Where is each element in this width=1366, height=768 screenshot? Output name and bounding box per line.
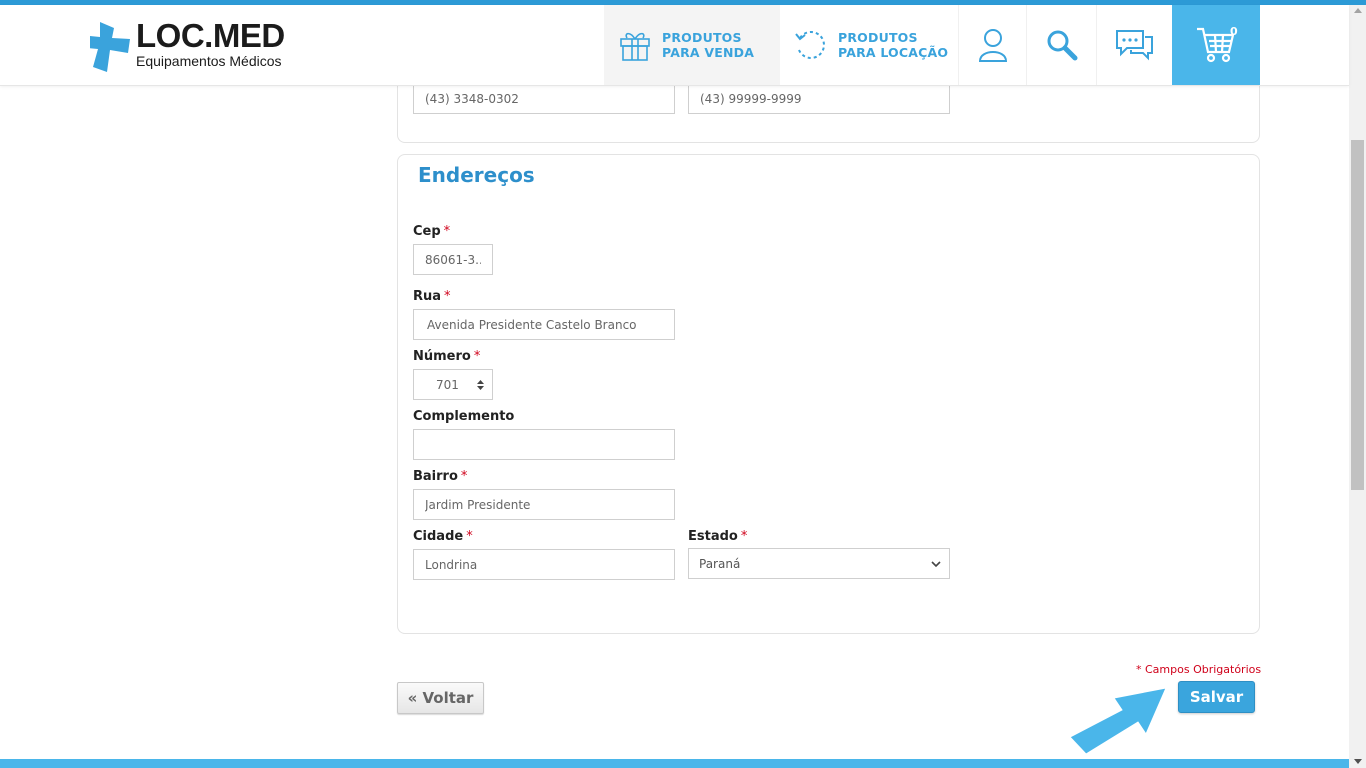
save-button[interactable]: Salvar [1178,681,1255,713]
nav-produtos-locacao[interactable]: PRODUTOS PARA LOCAÇÃO [780,5,958,85]
numero-label: Número * [413,349,481,364]
scroll-up-arrow-icon[interactable] [1354,8,1362,13]
page-scrollbar[interactable] [1349,5,1366,768]
mobile-input[interactable] [688,83,950,114]
nav-venda-label: PRODUTOS PARA VENDA [662,30,755,60]
cep-label: Cep * [413,224,451,239]
estado-select[interactable]: Paraná [688,548,950,579]
cep-input[interactable] [413,244,493,275]
cidade-label: Cidade * [413,529,473,544]
spinner-arrows-icon[interactable] [476,378,485,392]
footer-accent-bar [0,759,1349,768]
rua-input[interactable] [413,309,675,340]
nav-locacao-label: PRODUTOS PARA LOCAÇÃO [838,30,949,60]
chat-button[interactable] [1096,5,1173,85]
search-icon [1047,30,1078,61]
estado-selected-value: Paraná [699,556,741,571]
account-button[interactable] [958,5,1027,85]
bairro-label: Bairro * [413,469,468,484]
complemento-label: Complemento [413,409,515,424]
back-button[interactable]: « Voltar [397,682,484,714]
rotate-icon [795,31,825,59]
nav-produtos-venda[interactable]: PRODUTOS PARA VENDA [604,5,780,85]
scrollbar-thumb[interactable] [1351,140,1364,490]
pointer-arrow-icon [1069,687,1167,755]
numero-stepper[interactable]: 701 [413,369,493,400]
phone-input[interactable] [413,83,675,114]
scroll-down-arrow-icon[interactable] [1354,759,1362,764]
logo[interactable]: LOC.MED Equipamentos Médicos [90,17,290,75]
chat-icon [1116,30,1153,61]
bairro-input[interactable] [413,489,675,520]
search-button[interactable] [1026,5,1097,85]
cidade-input[interactable] [413,549,675,580]
site-header: LOC.MED Equipamentos Médicos PRODUTOS PA… [0,5,1349,86]
cart-count-badge: 0 [1230,25,1238,38]
address-panel: Endereços Cep* Rua* Número* 701 Compleme… [397,154,1260,634]
cart-button[interactable]: 0 [1172,5,1260,85]
chevron-down-icon [931,561,941,568]
logo-tagline: Equipamentos Médicos [136,53,282,69]
numero-value: 701 [436,377,459,392]
user-icon [978,29,1008,62]
estado-label: Estado * [688,529,748,544]
gift-icon [620,32,650,61]
medical-cross-icon [90,22,130,72]
address-section-title: Endereços [418,163,535,187]
logo-title: LOC.MED [136,17,285,54]
complemento-input[interactable] [413,429,675,460]
rua-label: Rua * [413,289,451,304]
required-fields-note: * Campos Obrigatórios [1136,663,1262,676]
